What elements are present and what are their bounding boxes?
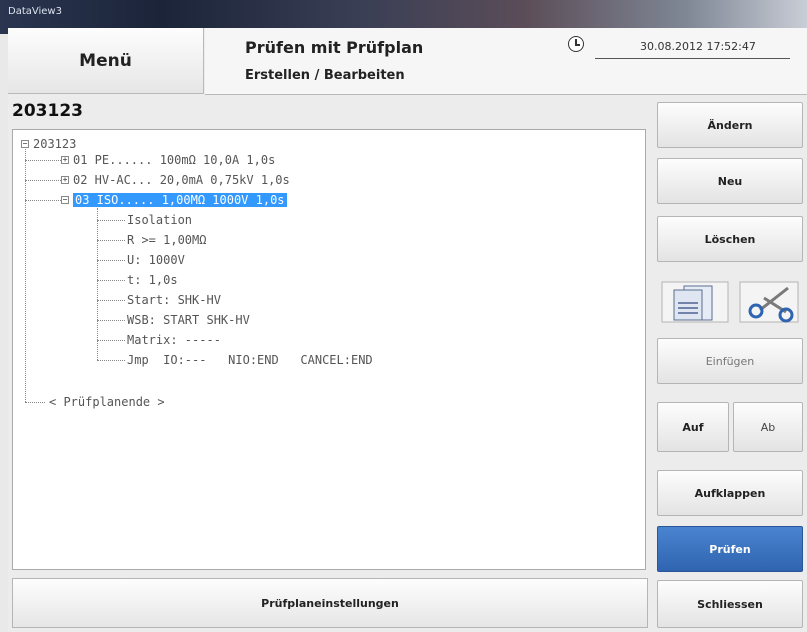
menu-button[interactable]: Menü [8, 28, 204, 94]
scissors-icon[interactable] [738, 280, 800, 324]
tree-connector [97, 320, 125, 321]
pruefplaneinstellungen-button[interactable]: Prüfplaneinstellungen [12, 578, 648, 628]
ab-button[interactable]: Ab [733, 402, 803, 452]
tree-item[interactable]: 02 HV-AC... 20,0mA 0,75kV 1,0s [73, 172, 290, 188]
tree-item-selected[interactable]: 03 ISO..... 1,00MΩ 1000V 1,0s [73, 192, 287, 208]
tree-connector [97, 220, 125, 221]
collapse-toggle[interactable]: − [61, 196, 69, 204]
clock-icon [568, 36, 584, 52]
neu-button[interactable]: Neu [657, 158, 803, 204]
datetime-area [585, 28, 807, 95]
schliessen-button[interactable]: Schliessen [657, 580, 803, 628]
selected-item-label[interactable]: 03 ISO..... 1,00MΩ 1000V 1,0s [73, 193, 287, 207]
tree-connector [97, 300, 125, 301]
tree-end-marker[interactable]: < Prüfplanende > [49, 394, 165, 410]
pruefen-button[interactable]: Prüfen [657, 526, 803, 572]
tree-item[interactable]: 01 PE...... 100mΩ 10,0A 1,0s [73, 152, 275, 168]
tree-detail[interactable]: Isolation [127, 212, 192, 228]
einfuegen-button[interactable]: Einfügen [657, 338, 803, 384]
tree-detail[interactable]: R >= 1,00MΩ [127, 232, 206, 248]
collapse-toggle[interactable]: − [21, 140, 29, 148]
loeschen-button[interactable]: Löschen [657, 216, 803, 262]
tree-connector [25, 144, 26, 402]
page-title: Prüfen mit Prüfplan [245, 38, 424, 57]
tree-detail[interactable]: Jmp IO:--- NIO:END CANCEL:END [127, 352, 373, 368]
tree-connector [97, 240, 125, 241]
copy-documents-icon[interactable] [660, 280, 730, 324]
tree-connector [97, 340, 125, 341]
tree-connector [25, 180, 61, 181]
tree-connector [97, 208, 98, 360]
plan-id-heading: 203123 [12, 101, 83, 121]
tree-connector [25, 200, 61, 201]
expand-toggle[interactable]: + [61, 176, 69, 184]
tree-connector [97, 360, 125, 361]
tree-detail[interactable]: Matrix: ----- [127, 332, 221, 348]
tree-connector [97, 260, 125, 261]
header-title-area: Prüfen mit Prüfplan Erstellen / Bearbeit… [205, 28, 585, 95]
page-subtitle: Erstellen / Bearbeiten [245, 68, 405, 83]
expand-toggle[interactable]: + [61, 156, 69, 164]
tree-connector [97, 280, 125, 281]
tree-connector [25, 402, 45, 403]
aufklappen-button[interactable]: Aufklappen [657, 470, 803, 516]
ab-button-label: Ab [760, 420, 776, 434]
datetime-underline [595, 58, 790, 59]
tree-detail[interactable]: t: 1,0s [127, 272, 178, 288]
test-plan-tree[interactable]: − + + − 203123 01 PE...... 100mΩ 10,0A 1… [12, 129, 646, 570]
tree-detail[interactable]: U: 1000V [127, 252, 185, 268]
aendern-button[interactable]: Ändern [657, 102, 803, 148]
app-title: DataView3 [8, 6, 62, 17]
tree-detail[interactable]: Start: SHK-HV [127, 292, 221, 308]
tree-detail[interactable]: WSB: START SHK-HV [127, 312, 250, 328]
tree-connector [25, 160, 61, 161]
tree-root[interactable]: 203123 [33, 136, 76, 152]
datetime-display: 30.08.2012 17:52:47 [640, 40, 756, 53]
auf-button[interactable]: Auf [657, 402, 729, 452]
